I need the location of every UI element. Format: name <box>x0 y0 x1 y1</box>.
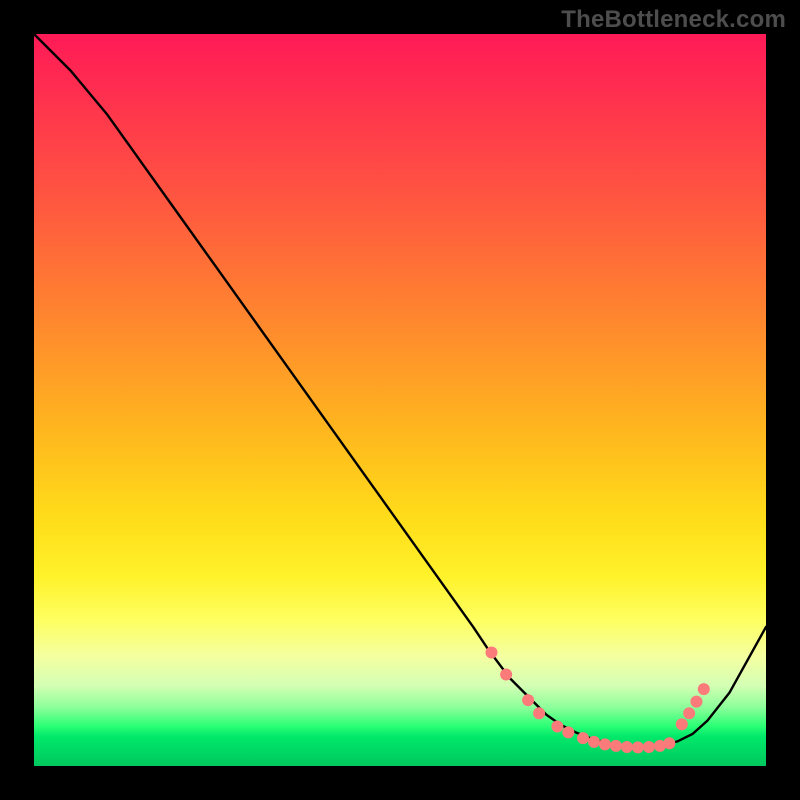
data-point-marker <box>599 738 611 750</box>
data-point-marker <box>486 647 498 659</box>
data-point-marker <box>698 683 710 695</box>
line-chart-svg <box>34 34 766 766</box>
data-point-marker <box>690 696 702 708</box>
data-point-marker <box>610 740 622 752</box>
curve-layer <box>34 34 766 747</box>
watermark-text: TheBottleneck.com <box>561 6 786 34</box>
data-point-marker <box>632 741 644 753</box>
data-point-marker <box>522 694 534 706</box>
data-point-marker <box>577 732 589 744</box>
data-point-marker <box>500 669 512 681</box>
data-point-marker <box>551 720 563 732</box>
data-point-marker <box>588 736 600 748</box>
chart-frame: TheBottleneck.com <box>0 0 800 800</box>
marker-layer <box>486 647 710 754</box>
plot-area <box>34 34 766 766</box>
data-point-marker <box>676 718 688 730</box>
bottleneck-curve <box>34 34 766 747</box>
data-point-marker <box>562 726 574 738</box>
data-point-marker <box>643 741 655 753</box>
data-point-marker <box>621 741 633 753</box>
data-point-marker <box>663 737 675 749</box>
data-point-marker <box>683 707 695 719</box>
data-point-marker <box>533 707 545 719</box>
